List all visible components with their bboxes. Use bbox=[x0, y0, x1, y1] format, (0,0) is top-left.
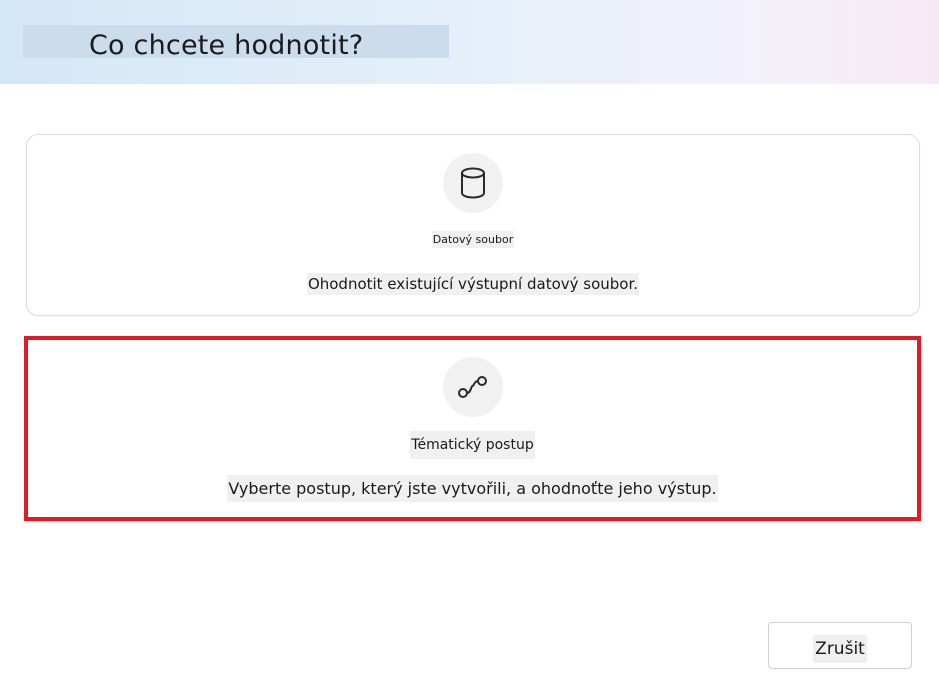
cancel-button[interactable]: Zrušit bbox=[768, 622, 912, 669]
option-description: Ohodnotit existující výstupní datový sou… bbox=[306, 273, 640, 295]
option-title: Tématický postup bbox=[28, 431, 917, 459]
option-card-flow[interactable]: Tématický postup Vyberte postup, který j… bbox=[24, 336, 921, 521]
database-icon bbox=[443, 153, 503, 213]
option-description: Vyberte postup, který jste vytvořili, a … bbox=[28, 475, 917, 502]
dialog-header: Co chcete hodnotit? bbox=[0, 0, 939, 84]
option-title: Datový soubor bbox=[431, 231, 515, 248]
flow-icon bbox=[443, 357, 503, 417]
option-card-dataset[interactable]: Datový soubor Ohodnotit existující výstu… bbox=[26, 134, 920, 316]
page-title: Co chcete hodnotit? bbox=[89, 30, 364, 61]
